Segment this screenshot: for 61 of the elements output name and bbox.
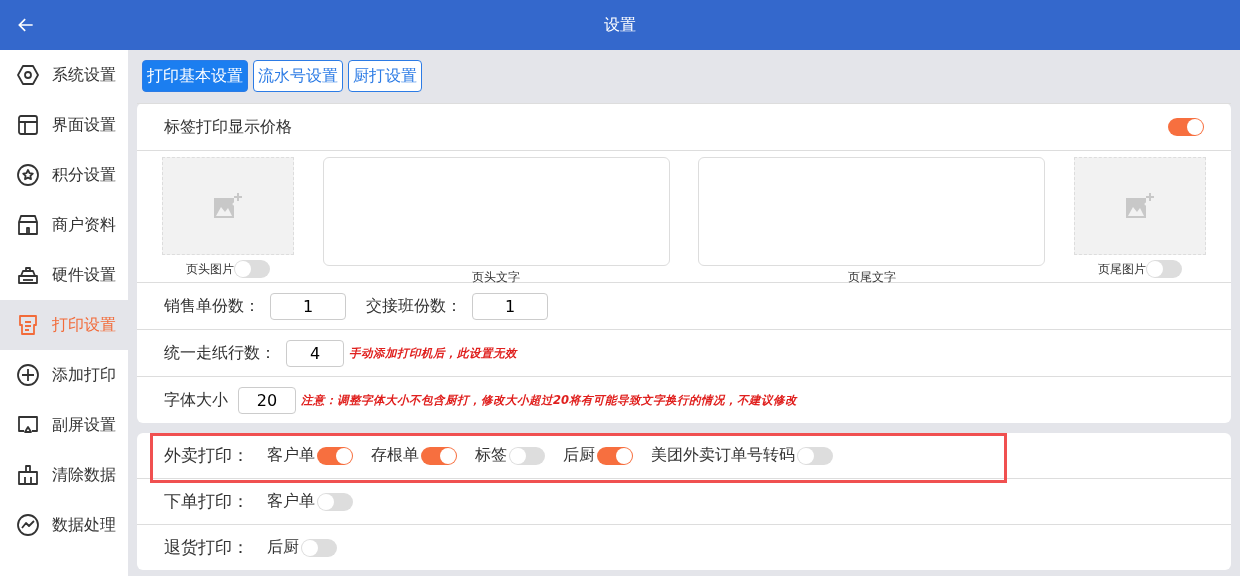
image-label: 页头图片 [186, 260, 234, 278]
setting-label: 销售单份数： [164, 295, 260, 317]
tab[interactable]: 流水号设置 [253, 60, 343, 92]
text-area-label: 页尾文字 [847, 269, 896, 286]
setting-label: 退货打印： [164, 536, 249, 559]
image-label: 页尾图片 [1097, 260, 1146, 278]
toggle-switch[interactable] [509, 446, 545, 465]
sidebar-item[interactable]: 界面设置 [0, 100, 128, 150]
tab[interactable]: 打印基本设置 [142, 60, 248, 92]
shop-icon [16, 213, 40, 237]
chart-icon [16, 513, 40, 537]
broom-icon [16, 463, 40, 487]
hexagon-icon [16, 63, 40, 87]
setting-label: 外卖打印： [164, 444, 249, 467]
image-upload-area[interactable] [1073, 157, 1206, 255]
sidebar-item[interactable]: 硬件设置 [0, 250, 128, 300]
image-upload-area[interactable] [162, 157, 294, 255]
sidebar-item[interactable]: 数据处理 [0, 500, 128, 550]
toggle-switch[interactable] [317, 492, 353, 511]
option-label: 客户单 [267, 491, 315, 512]
add-image-icon [212, 192, 244, 220]
number-field[interactable]: 20 [238, 386, 296, 414]
toggle-switch[interactable] [597, 446, 633, 465]
toggle-switch[interactable] [421, 446, 457, 465]
option-label: 后厨 [267, 537, 299, 558]
warning-note: 手动添加打印机后，此设置无效 [349, 345, 517, 361]
option-label: 客户单 [267, 445, 315, 466]
number-field[interactable]: 1 [472, 292, 548, 320]
toggle-switch[interactable] [1168, 118, 1204, 136]
option-label: 存根单 [371, 445, 419, 466]
toggle-switch[interactable] [317, 446, 353, 465]
layout-icon [16, 113, 40, 137]
sidebar-item[interactable]: 商户资料 [0, 200, 128, 250]
setting-label: 交接班份数： [366, 295, 462, 317]
number-field[interactable]: 1 [270, 292, 346, 320]
tab[interactable]: 厨打设置 [348, 60, 422, 92]
sidebar-item[interactable]: 积分设置 [0, 150, 128, 200]
setting-label: 统一走纸行数： [164, 342, 276, 364]
warning-note: 注意：调整字体大小不包含厨打，修改大小超过20将有可能导致文字换行的情况，不建议修改 [301, 392, 797, 408]
setting-label: 下单打印： [164, 490, 249, 513]
plus-icon [16, 363, 40, 387]
toggle-switch[interactable] [1145, 260, 1182, 278]
setting-label: 标签打印显示价格 [164, 116, 292, 138]
sidebar-item[interactable]: 添加打印 [0, 350, 128, 400]
toggle-switch[interactable] [301, 538, 337, 557]
sidebar-item[interactable]: 清除数据 [0, 450, 128, 500]
add-image-icon [1123, 192, 1156, 220]
toggle-switch[interactable] [797, 446, 833, 465]
page-title: 设置 [604, 14, 636, 36]
sidebar-item[interactable]: 副屏设置 [0, 400, 128, 450]
number-field[interactable]: 4 [286, 339, 344, 367]
option-label: 美团外卖订单号转码 [651, 445, 795, 466]
text-area-label: 页头文字 [472, 269, 521, 286]
option-label: 标签 [475, 445, 507, 466]
printer-icon [16, 313, 40, 337]
text-area[interactable] [698, 157, 1046, 266]
toggle-switch[interactable] [234, 260, 270, 278]
text-area[interactable] [322, 157, 670, 266]
option-label: 后厨 [563, 445, 595, 466]
setting-label: 字体大小 [164, 389, 228, 411]
sidebar-item[interactable]: 系统设置 [0, 50, 128, 100]
